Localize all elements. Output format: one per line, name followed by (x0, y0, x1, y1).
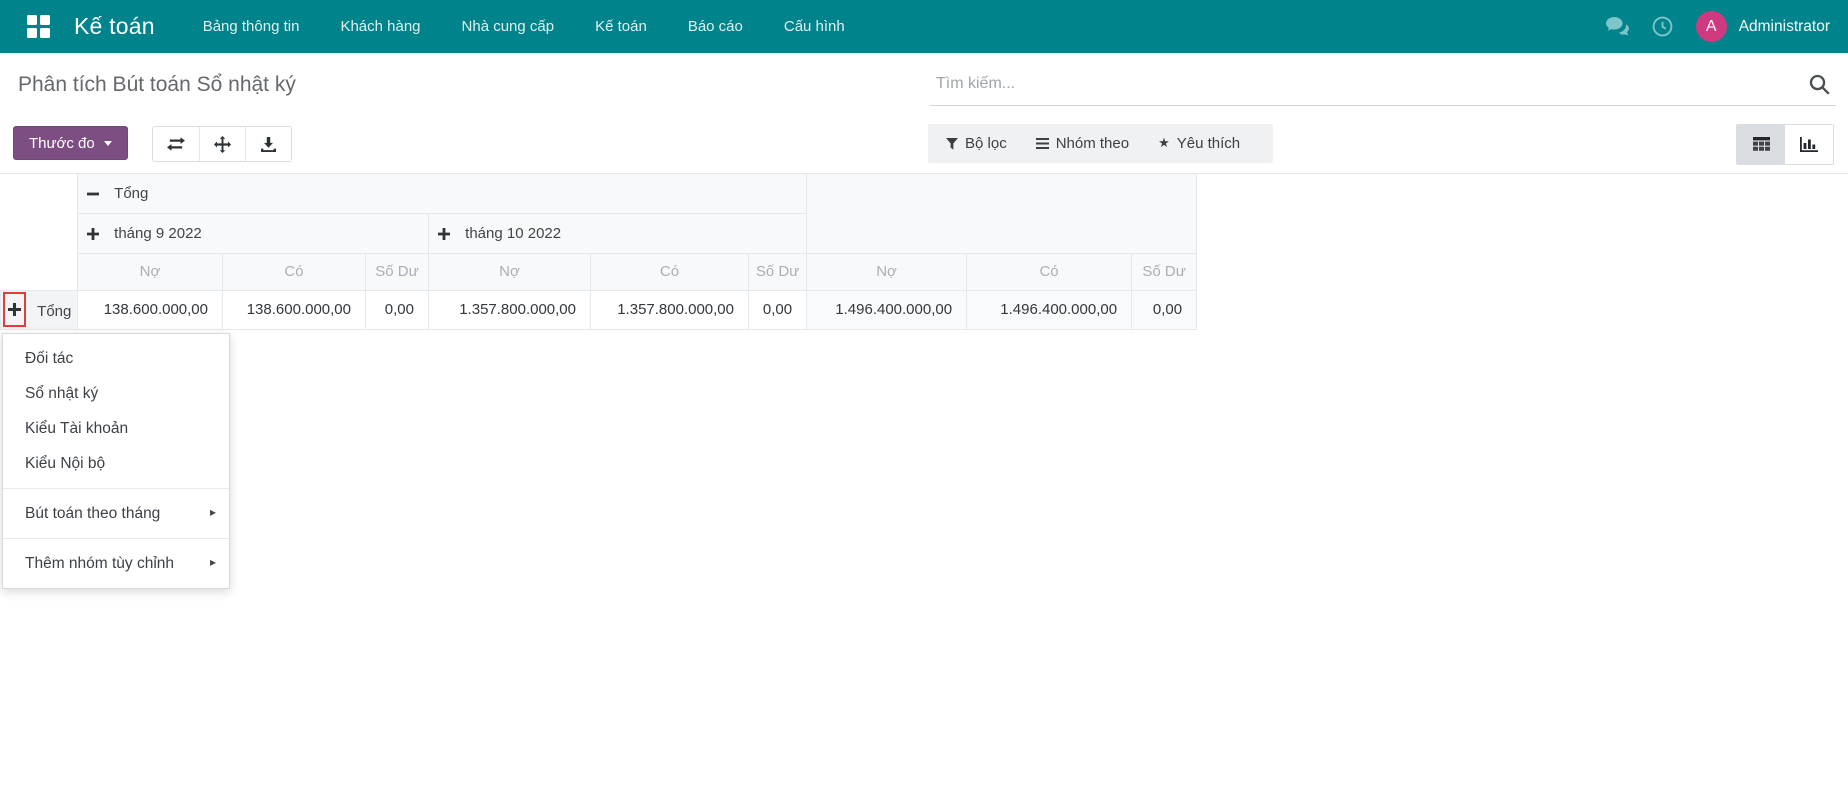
cell-oct-co: 1.357.800.000,00 (590, 289, 749, 330)
bar-chart-view-button[interactable] (1785, 125, 1833, 164)
clock-icon[interactable] (1652, 16, 1673, 37)
minus-square-icon (87, 186, 103, 203)
filter-icon (946, 137, 958, 150)
expand-row-plus-icon[interactable] (8, 303, 21, 316)
caret-right-icon: ▸ (209, 505, 216, 519)
app-name[interactable]: Kế toán (74, 13, 155, 40)
measure-header[interactable]: Số Dư (1131, 252, 1198, 291)
pivot-view-button[interactable] (1737, 125, 1785, 164)
menu-item-internal-type[interactable]: Kiểu Nội bộ (3, 446, 229, 481)
pivot-row-header-total[interactable]: Tổng (0, 289, 78, 330)
groupby-dropdown-menu: Đối tác Sổ nhật ký Kiểu Tài khoản Kiểu N… (2, 333, 230, 589)
menu-divider (3, 488, 229, 489)
click-highlight-box (3, 292, 26, 327)
menu-item-entry-by-month[interactable]: Bút toán theo tháng ▸ (3, 496, 229, 531)
filter-bar: Bộ lọc Nhóm theo ★ Yêu thích (928, 124, 1273, 163)
nav-item-dashboard[interactable]: Bảng thông tin (201, 12, 302, 41)
navbar-right: A Administrator (1605, 11, 1830, 42)
cell-sep-sodu: 0,00 (365, 289, 429, 330)
chat-icon[interactable] (1605, 17, 1629, 36)
pivot-corner-cell (0, 253, 78, 291)
apps-grid-icon[interactable] (27, 15, 50, 38)
search-area (930, 69, 1836, 106)
cell-total-no: 1.496.400.000,00 (806, 289, 968, 330)
page: Kế toán Bảng thông tin Khách hàng Nhà cu… (0, 0, 1848, 812)
table-row: Tổng 138.600.000,00 138.600.000,00 0,00 … (0, 289, 1198, 330)
plus-square-icon (87, 226, 103, 243)
pivot-toolbar (152, 126, 292, 162)
caret-right-icon: ▸ (209, 555, 216, 569)
expand-all-icon (214, 135, 231, 153)
filters-button[interactable]: Bộ lọc (946, 135, 1007, 152)
top-navbar: Kế toán Bảng thông tin Khách hàng Nhà cu… (0, 0, 1848, 53)
nav-item-reports[interactable]: Báo cáo (686, 12, 745, 41)
caret-down-icon (103, 140, 112, 146)
measure-header[interactable]: Có (966, 252, 1133, 291)
expand-all-button[interactable] (199, 127, 245, 161)
favorites-button[interactable]: ★ Yêu thích (1158, 134, 1241, 153)
filters-label: Bộ lọc (965, 135, 1007, 152)
plus-square-icon (438, 226, 454, 243)
cell-sep-co: 138.600.000,00 (222, 289, 366, 330)
measures-button-label: Thước đo (29, 134, 95, 152)
cell-sep-no: 138.600.000,00 (77, 289, 223, 330)
menu-item-partner[interactable]: Đối tác (3, 341, 229, 376)
pivot-view-icon (1752, 137, 1770, 152)
menu-item-account-type[interactable]: Kiểu Tài khoản (3, 411, 229, 446)
menu-item-add-custom-group[interactable]: Thêm nhóm tùy chỉnh ▸ (3, 546, 229, 581)
measure-header[interactable]: Số Dư (365, 252, 429, 291)
measure-header[interactable]: Có (590, 252, 749, 291)
page-title: Phân tích Bút toán Sổ nhật ký (18, 73, 296, 96)
navbar-menu: Bảng thông tin Khách hàng Nhà cung cấp K… (201, 12, 847, 41)
search-input[interactable] (930, 69, 1836, 106)
group-by-icon (1035, 138, 1049, 149)
bar-chart-view-icon (1800, 137, 1818, 152)
measure-header[interactable]: Nợ (77, 252, 223, 291)
pivot-total-col-header[interactable]: Tổng (76, 174, 808, 214)
measures-button[interactable]: Thước đo (13, 126, 128, 160)
nav-item-accounting[interactable]: Kế toán (593, 12, 649, 41)
groupby-button[interactable]: Nhóm theo (1035, 135, 1130, 152)
download-icon (261, 136, 276, 152)
measure-header[interactable]: Số Dư (747, 252, 808, 291)
measure-header[interactable]: Nợ (428, 252, 591, 291)
menu-item-journal[interactable]: Sổ nhật ký (3, 376, 229, 411)
star-icon: ★ (1158, 134, 1170, 150)
measure-header[interactable]: Nợ (806, 252, 968, 291)
nav-item-customers[interactable]: Khách hàng (338, 12, 422, 41)
cell-total-co: 1.496.400.000,00 (966, 289, 1133, 330)
nav-item-vendors[interactable]: Nhà cung cấp (460, 12, 557, 41)
pivot-table: Tổng tháng 9 2022 tháng 10 2022 Nợ Có Số… (0, 174, 1198, 330)
pivot-colgroup-sep2022[interactable]: tháng 9 2022 (77, 212, 429, 254)
groupby-label: Nhóm theo (1055, 135, 1130, 152)
pivot-colgroup-oct2022[interactable]: tháng 10 2022 (427, 212, 808, 254)
pivot-empty-header-block (806, 174, 1198, 254)
cell-oct-no: 1.357.800.000,00 (428, 289, 591, 330)
menu-divider (3, 538, 229, 539)
user-name[interactable]: Administrator (1739, 18, 1830, 36)
pivot-corner-cell (0, 174, 78, 213)
cell-oct-sodu: 0,00 (747, 289, 808, 330)
control-panel: Phân tích Bút toán Sổ nhật ký Thước đo T… (0, 53, 1848, 174)
row-label: Tổng (37, 303, 72, 320)
search-icon[interactable] (1809, 74, 1830, 95)
view-switcher (1736, 124, 1834, 165)
download-button[interactable] (245, 127, 291, 161)
flip-axis-icon (167, 137, 185, 151)
flip-axis-button[interactable] (153, 127, 199, 161)
measure-header[interactable]: Có (222, 252, 366, 291)
pivot-corner-cell (0, 213, 78, 253)
favorites-label: Yêu thích (1176, 135, 1241, 152)
cell-total-sodu: 0,00 (1131, 289, 1198, 330)
avatar[interactable]: A (1695, 11, 1727, 42)
nav-item-settings[interactable]: Cấu hình (782, 12, 847, 41)
